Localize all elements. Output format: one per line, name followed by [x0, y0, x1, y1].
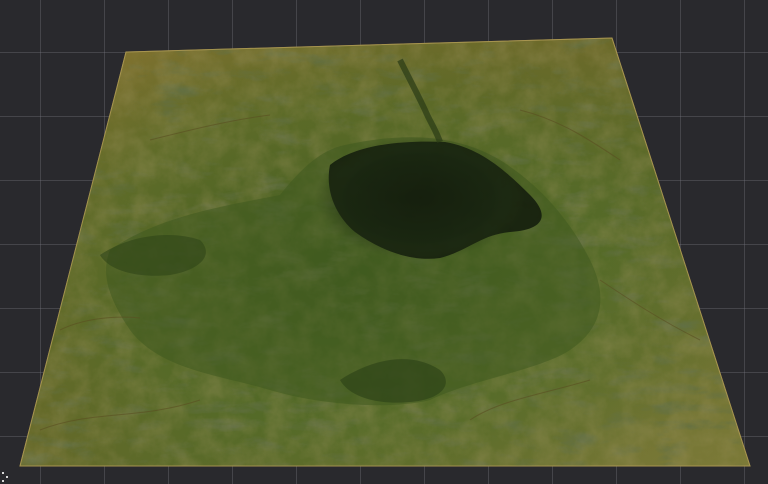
terrain-mesh[interactable]	[0, 0, 768, 484]
3d-viewport[interactable]	[0, 0, 768, 484]
axis-gizmo-icon	[2, 472, 12, 482]
crater-shadow	[315, 136, 525, 260]
